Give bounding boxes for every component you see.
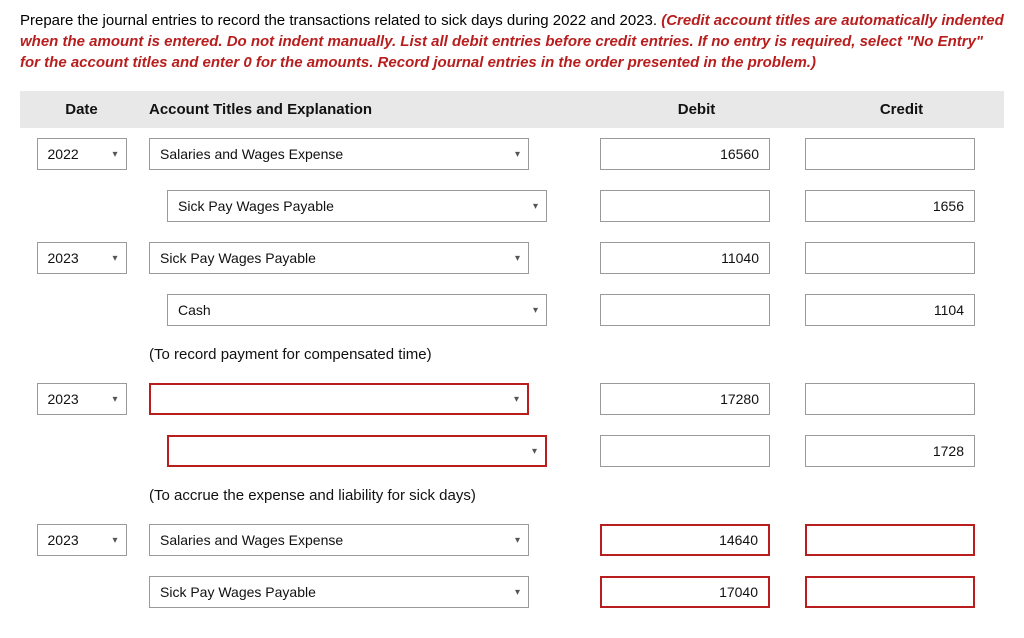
debit-input[interactable]: 17040 xyxy=(600,576,770,608)
credit-input[interactable] xyxy=(805,383,975,415)
debit-input[interactable]: 17280 xyxy=(600,383,770,415)
header-account: Account Titles and Explanation xyxy=(143,91,594,128)
chevron-down-icon: ▾ xyxy=(515,253,520,264)
debit-input[interactable] xyxy=(600,294,770,326)
chevron-down-icon: ▾ xyxy=(112,253,117,264)
account-value: Sick Pay Wages Payable xyxy=(178,198,334,214)
table-row: 2022 ▾ Salaries and Wages Expense ▾ 16560 xyxy=(20,128,1004,180)
chevron-down-icon: ▾ xyxy=(112,149,117,160)
account-select[interactable]: Cash ▾ xyxy=(167,294,547,326)
account-value: Sick Pay Wages Payable xyxy=(160,250,316,266)
chevron-down-icon: ▾ xyxy=(532,446,537,457)
table-row: 2023 ▾ Sick Pay Wages Payable ▾ 11040 xyxy=(20,232,1004,284)
date-select[interactable]: 2023 ▾ xyxy=(37,524,127,556)
table-row: Cash ▾ 1104 xyxy=(20,284,1004,336)
date-value: 2023 xyxy=(48,391,79,407)
debit-input[interactable] xyxy=(600,435,770,467)
account-value: Cash xyxy=(178,302,211,318)
account-select[interactable]: Sick Pay Wages Payable ▾ xyxy=(149,576,529,608)
table-row: Sick Pay Wages Payable ▾ 17040 xyxy=(20,566,1004,618)
credit-input[interactable]: 1656 xyxy=(805,190,975,222)
explanation-text: (To record payment for compensated time) xyxy=(143,336,594,373)
table-row: Sick Pay Wages Payable ▾ 1656 xyxy=(20,180,1004,232)
account-select[interactable]: Sick Pay Wages Payable ▾ xyxy=(167,190,547,222)
account-select[interactable]: ▾ xyxy=(149,383,529,415)
header-date: Date xyxy=(20,91,143,128)
chevron-down-icon: ▾ xyxy=(515,149,520,160)
explanation-text: (To accrue the expense and liability for… xyxy=(143,477,594,514)
table-row: ▾ 1728 xyxy=(20,425,1004,477)
date-value: 2022 xyxy=(48,146,79,162)
chevron-down-icon: ▾ xyxy=(515,587,520,598)
credit-input[interactable] xyxy=(805,576,975,608)
credit-input[interactable] xyxy=(805,524,975,556)
journal-table: Date Account Titles and Explanation Debi… xyxy=(20,91,1004,618)
credit-input[interactable]: 1104 xyxy=(805,294,975,326)
table-row: 2023 ▾ ▾ 17280 xyxy=(20,373,1004,425)
account-value: Salaries and Wages Expense xyxy=(160,146,343,162)
chevron-down-icon: ▾ xyxy=(533,305,538,316)
table-row: (To record payment for compensated time) xyxy=(20,336,1004,373)
chevron-down-icon: ▾ xyxy=(112,535,117,546)
chevron-down-icon: ▾ xyxy=(112,394,117,405)
table-row: 2023 ▾ Salaries and Wages Expense ▾ 14640 xyxy=(20,514,1004,566)
chevron-down-icon: ▾ xyxy=(533,201,538,212)
chevron-down-icon: ▾ xyxy=(515,535,520,546)
date-value: 2023 xyxy=(48,532,79,548)
date-value: 2023 xyxy=(48,250,79,266)
debit-input[interactable] xyxy=(600,190,770,222)
date-select[interactable]: 2023 ▾ xyxy=(37,242,127,274)
instructions-plain: Prepare the journal entries to record th… xyxy=(20,12,661,29)
header-row: Date Account Titles and Explanation Debi… xyxy=(20,91,1004,128)
credit-input[interactable] xyxy=(805,138,975,170)
header-debit: Debit xyxy=(594,91,799,128)
header-credit: Credit xyxy=(799,91,1004,128)
account-select[interactable]: Salaries and Wages Expense ▾ xyxy=(149,524,529,556)
debit-input[interactable]: 11040 xyxy=(600,242,770,274)
date-select[interactable]: 2022 ▾ xyxy=(37,138,127,170)
chevron-down-icon: ▾ xyxy=(514,394,519,405)
credit-input[interactable]: 1728 xyxy=(805,435,975,467)
credit-input[interactable] xyxy=(805,242,975,274)
date-select[interactable]: 2023 ▾ xyxy=(37,383,127,415)
account-select[interactable]: ▾ xyxy=(167,435,547,467)
account-select[interactable]: Sick Pay Wages Payable ▾ xyxy=(149,242,529,274)
instructions: Prepare the journal entries to record th… xyxy=(20,10,1004,73)
debit-input[interactable]: 16560 xyxy=(600,138,770,170)
account-select[interactable]: Salaries and Wages Expense ▾ xyxy=(149,138,529,170)
account-value: Sick Pay Wages Payable xyxy=(160,584,316,600)
table-row: (To accrue the expense and liability for… xyxy=(20,477,1004,514)
account-value: Salaries and Wages Expense xyxy=(160,532,343,548)
debit-input[interactable]: 14640 xyxy=(600,524,770,556)
